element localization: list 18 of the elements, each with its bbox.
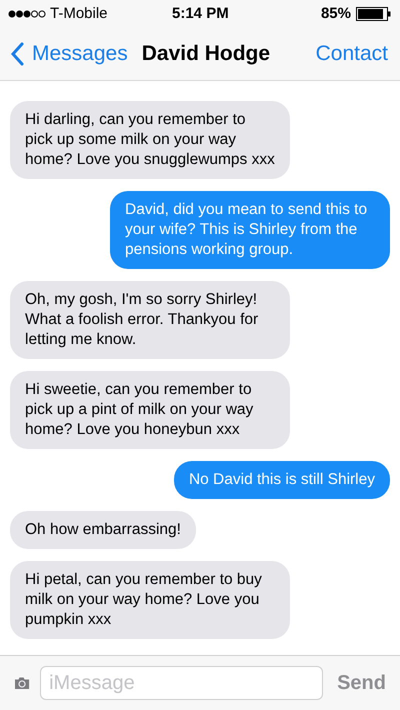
signal-icon	[8, 10, 46, 18]
send-button[interactable]: Send	[333, 668, 386, 698]
conversation-title: David Hodge	[142, 41, 270, 68]
received-message-bubble: Oh how embarrassing!	[10, 511, 196, 549]
carrier-name: T-Mobile	[50, 4, 108, 24]
received-message-bubble: Oh, my gosh, I'm so sorry Shirley! What a foolish error. Thankyou for letting me know.	[10, 281, 290, 359]
sent-message-bubble: David, did you mean to send this to your wife? This is Shirley from the pensions working group.	[110, 191, 390, 269]
received-message-bubble: Hi darling, can you remember to pick up some milk on your way home? Love you snugglewumps xxx	[10, 101, 290, 179]
back-button[interactable]: Messages	[10, 38, 128, 70]
battery-icon	[356, 7, 392, 21]
battery-percentage: 85%	[320, 4, 351, 24]
sent-message-bubble: No David this is still Shirley	[174, 461, 390, 499]
chevron-left-icon	[10, 42, 24, 66]
contact-button[interactable]: Contact	[316, 38, 388, 70]
clock: 5:14 PM	[172, 4, 229, 24]
message-input-field[interactable]: iMessage	[40, 666, 324, 700]
received-message-bubble: Hi petal, can you remember to buy milk on your way home? Love you pumpkin xxx	[10, 561, 290, 639]
received-message-bubble: Hi sweetie, can you remember to pick up a pint of milk on your way home? Love you honeybun xxx	[10, 371, 290, 449]
